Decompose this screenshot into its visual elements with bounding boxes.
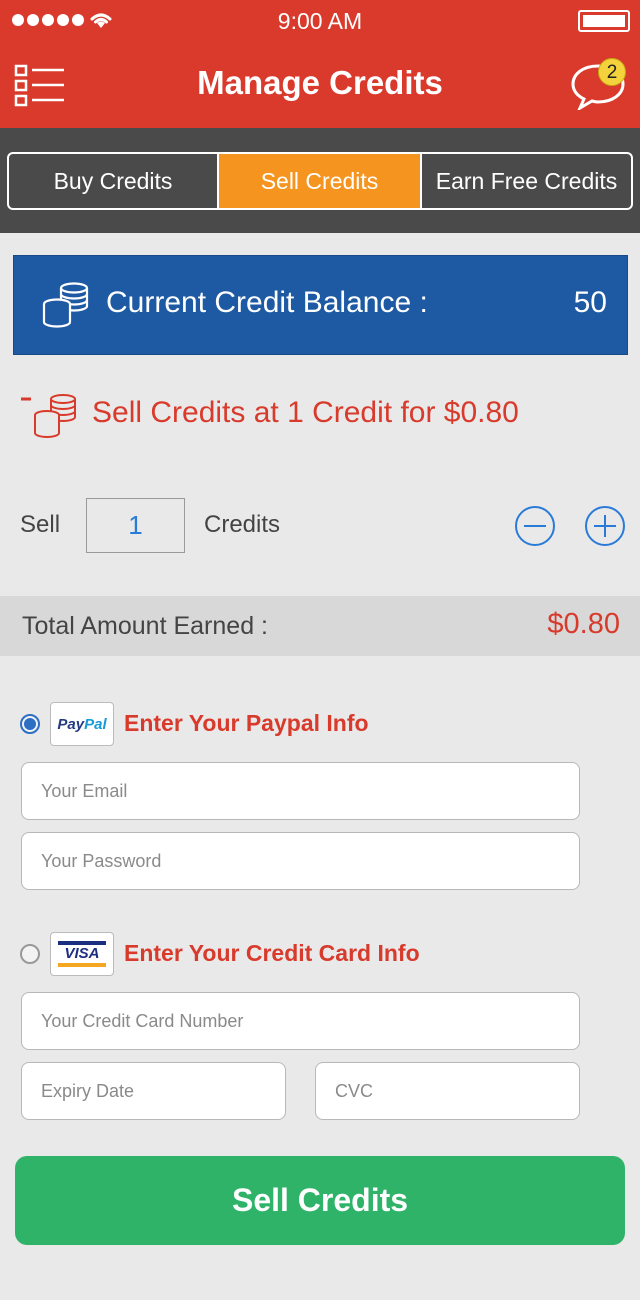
expiry-date-field[interactable] [21,1062,286,1120]
increment-button[interactable] [584,505,626,547]
decrement-button[interactable] [514,505,556,547]
status-bar: 9:00 AM [0,0,640,42]
balance-value: 50 [573,286,607,319]
credits-label: Credits [204,511,281,538]
balance-panel: Current Credit Balance : 50 [13,255,628,355]
app-header: 9:00 AM Manage Credits 2 [0,0,640,128]
quantity-input[interactable] [86,498,185,553]
tab-bar: Buy Credits Sell Credits Earn Free Credi… [0,128,640,233]
coins-icon [42,282,89,328]
paypal-email-field[interactable] [21,762,580,820]
coins-minus-icon [21,394,76,438]
notification-badge: 2 [598,58,626,86]
battery-icon [578,10,630,32]
credit-card-radio[interactable] [20,944,40,964]
credit-card-option[interactable]: VISA Enter Your Credit Card Info [20,932,620,978]
paypal-option[interactable]: PayPal Enter Your Paypal Info [20,702,620,748]
sell-credits-button[interactable]: Sell Credits [15,1156,625,1245]
total-row: Total Amount Earned : $0.80 [0,596,640,656]
paypal-password-field[interactable] [21,832,580,890]
credit-card-title: Enter Your Credit Card Info [124,940,420,966]
visa-logo: VISA [50,932,114,976]
tab-buy-credits[interactable]: Buy Credits [9,154,219,208]
paypal-title: Enter Your Paypal Info [124,710,369,736]
status-time: 9:00 AM [277,8,363,34]
balance-label: Current Credit Balance : [106,286,428,319]
quantity-row: Sell Credits [0,497,640,555]
tab-earn-free-credits[interactable]: Earn Free Credits [422,154,631,208]
cvc-field[interactable] [315,1062,580,1120]
paypal-logo: PayPal [50,702,114,746]
sell-label: Sell [20,511,61,538]
segmented-control: Buy Credits Sell Credits Earn Free Credi… [7,152,633,210]
tab-sell-credits[interactable]: Sell Credits [219,154,422,208]
sell-rate: Sell Credits at 1 Credit for $0.80 [20,390,620,440]
sell-rate-text: Sell Credits at 1 Credit for $0.80 [92,396,519,429]
paypal-radio[interactable] [20,714,40,734]
page-title: Manage Credits [197,64,443,101]
total-label: Total Amount Earned : [22,612,268,640]
card-number-field[interactable] [21,992,580,1050]
total-value: $0.80 [547,608,620,640]
